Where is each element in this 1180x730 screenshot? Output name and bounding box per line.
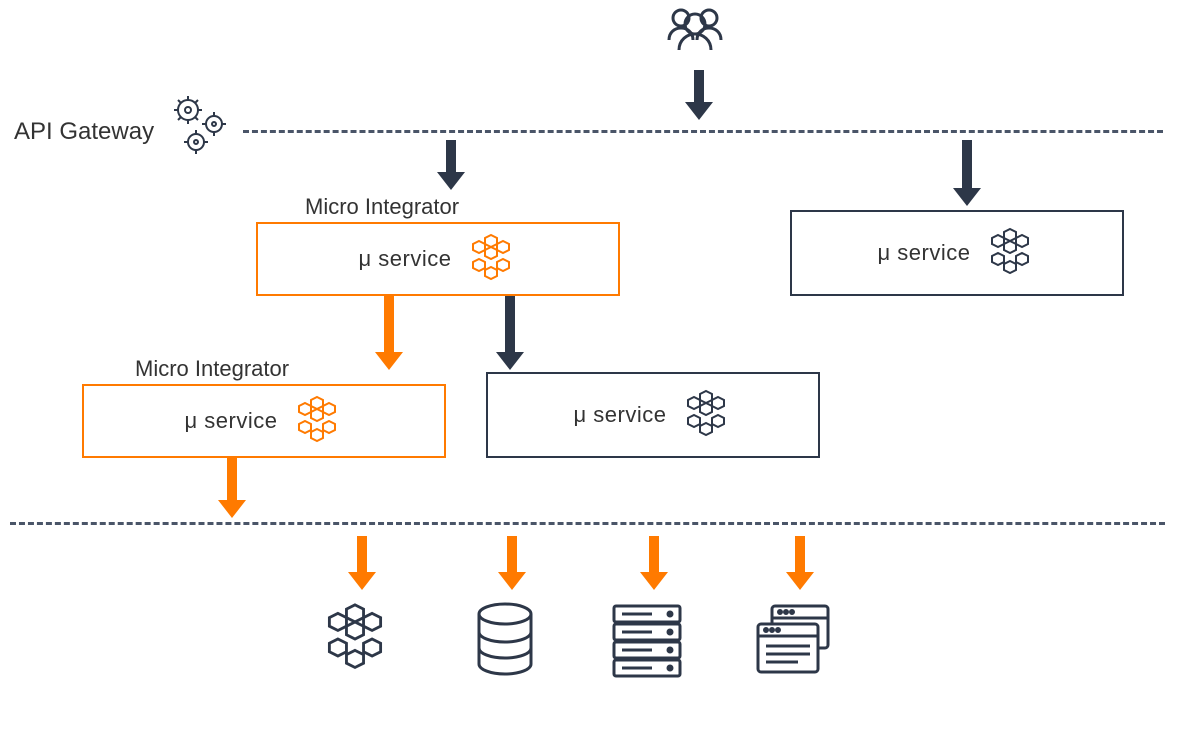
service-box-top-dark: μ service	[790, 210, 1124, 296]
arrow-to-database-icon	[498, 536, 526, 590]
windows-icon	[752, 602, 836, 683]
mu-service-label: μ service	[359, 246, 452, 272]
arrow-to-windows-icon	[786, 536, 814, 590]
cube-cluster-icon	[465, 233, 517, 285]
arrow-gateway-to-mi-orange	[437, 140, 465, 190]
mi-box-mid-orange: μ service	[82, 384, 446, 458]
service-box-mid-dark: μ service	[486, 372, 820, 458]
divider-bottom	[10, 522, 1165, 525]
server-rack-icon	[608, 602, 686, 685]
cube-cluster-icon	[680, 389, 732, 441]
database-icon	[472, 602, 538, 685]
mu-service-label: μ service	[574, 402, 667, 428]
mu-service-label: μ service	[185, 408, 278, 434]
arrow-to-cluster-icon	[348, 536, 376, 590]
cube-cluster-icon	[318, 602, 392, 681]
arrow-mi-top-to-mi-mid-orange	[375, 296, 403, 370]
gears-icon	[168, 96, 238, 167]
mi-title-mid: Micro Integrator	[135, 356, 289, 382]
arrow-users-to-gateway	[685, 70, 713, 120]
mi-title-top: Micro Integrator	[305, 194, 459, 220]
arrow-mi-top-to-service-mid-dark	[496, 296, 524, 370]
arrow-mi-mid-to-bottom	[218, 458, 246, 518]
mi-box-top-orange: μ service	[256, 222, 620, 296]
mu-service-label: μ service	[878, 240, 971, 266]
users-icon	[658, 4, 732, 69]
arrow-gateway-to-service-dark	[953, 140, 981, 206]
arrow-to-server-icon	[640, 536, 668, 590]
cube-cluster-icon	[291, 395, 343, 447]
cube-cluster-icon	[984, 227, 1036, 279]
divider-gateway	[243, 130, 1163, 133]
api-gateway-label: API Gateway	[10, 116, 158, 148]
